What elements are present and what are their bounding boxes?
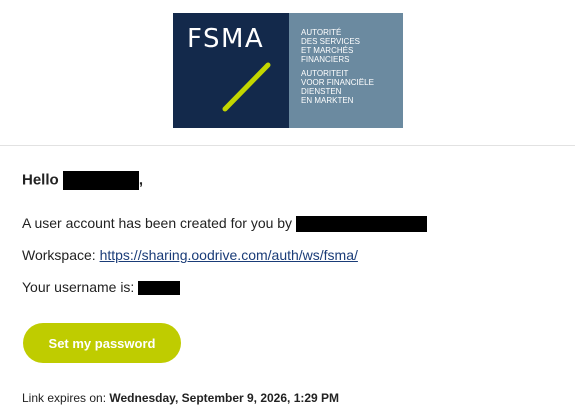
logo-text-line: EN MARKTEN <box>301 96 354 105</box>
link-expiry: Link expires on: Wednesday, September 9,… <box>22 391 339 405</box>
logo-text-line: AUTORITEIT <box>301 69 349 78</box>
greeting: Hello , <box>22 171 143 190</box>
logo-text-line: AUTORITÉ <box>301 28 342 37</box>
logo-wordmark-panel: FSMA <box>173 13 289 128</box>
workspace-line: Workspace: https://sharing.oodrive.com/a… <box>22 247 358 263</box>
logo-wordmark: FSMA <box>187 24 265 54</box>
logo-text-line: DES SERVICES <box>301 37 360 46</box>
logo-french-text: AUTORITÉ DES SERVICES ET MARCHÉS FINANCI… <box>301 28 403 64</box>
username-line: Your username is: <box>22 279 181 296</box>
greeting-suffix: , <box>138 171 144 189</box>
expiry-label: Link expires on: <box>22 391 107 405</box>
logo-text-line: VOOR FINANCIËLE <box>301 78 374 87</box>
fsma-logo: FSMA AUTORITÉ DES SERVICES ET MARCHÉS FI… <box>173 13 403 128</box>
header-divider <box>0 145 575 146</box>
greeting-prefix: Hello <box>22 171 59 189</box>
workspace-link[interactable]: https://sharing.oodrive.com/auth/ws/fsma… <box>100 247 358 263</box>
expiry-date: Wednesday, September 9, 2026, 1:29 PM <box>109 391 340 405</box>
redacted-sender-name <box>295 216 427 233</box>
redacted-recipient-name <box>62 171 139 190</box>
logo-text-line: ET MARCHÉS <box>301 46 354 55</box>
set-password-button[interactable]: Set my password <box>23 323 181 363</box>
redacted-username <box>138 281 181 296</box>
account-created-line: A user account has been created for you … <box>22 215 427 233</box>
username-label: Your username is: <box>22 279 135 295</box>
logo-text-line: DIENSTEN <box>301 87 342 96</box>
workspace-label: Workspace: <box>22 247 96 263</box>
logo-text-line: FINANCIERS <box>301 55 350 64</box>
logo-text-panel: AUTORITÉ DES SERVICES ET MARCHÉS FINANCI… <box>289 13 403 128</box>
logo-dutch-text: AUTORITEIT VOOR FINANCIËLE DIENSTEN EN M… <box>301 69 403 105</box>
account-created-text: A user account has been created for you … <box>22 215 293 231</box>
